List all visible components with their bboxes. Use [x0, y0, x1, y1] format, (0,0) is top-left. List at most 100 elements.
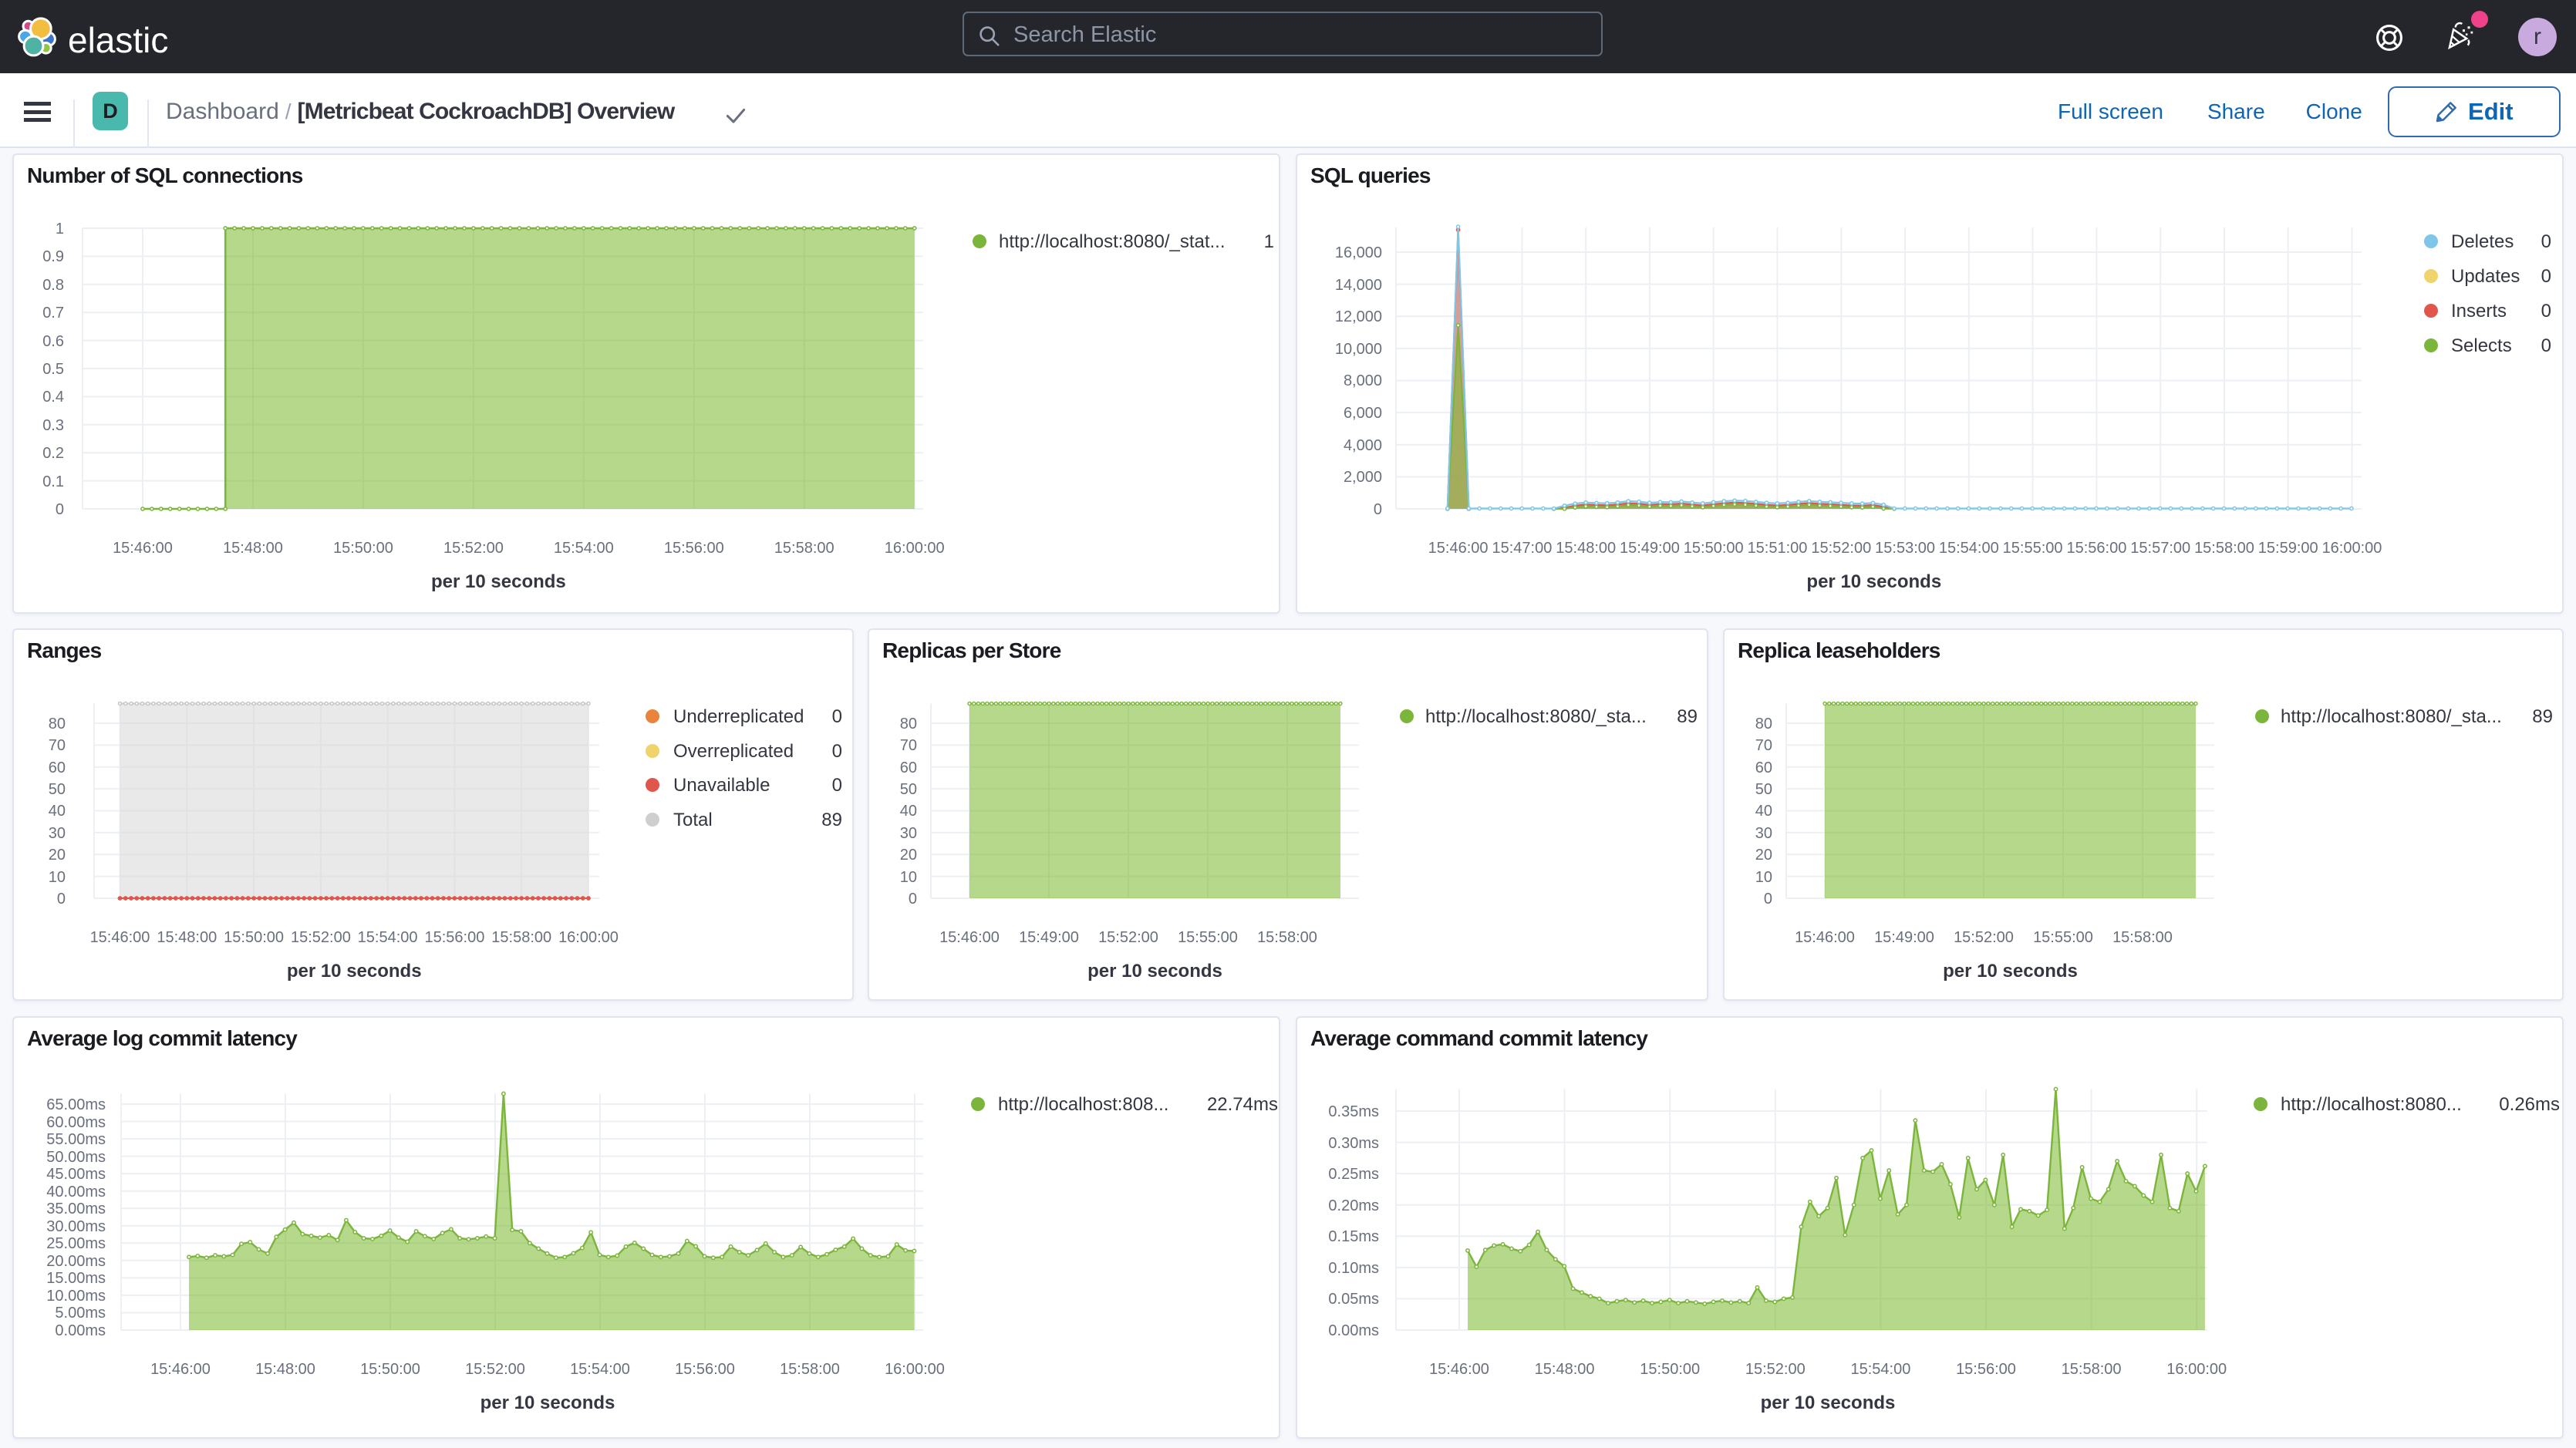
svg-text:per 10 seconds: per 10 seconds: [1087, 961, 1222, 982]
svg-text:http://localhost:8080/_stat...: http://localhost:8080/_stat...: [999, 231, 1226, 252]
svg-text:0.26ms: 0.26ms: [2499, 1094, 2560, 1115]
svg-text:Number of SQL connections: Number of SQL connections: [27, 163, 303, 187]
svg-text:http://localhost:8080/_sta...: http://localhost:8080/_sta...: [2281, 706, 2502, 727]
svg-text:Unavailable: Unavailable: [673, 775, 770, 796]
svg-text:15:52:00: 15:52:00: [1745, 1361, 1806, 1378]
svg-text:15:55:00: 15:55:00: [2033, 929, 2093, 946]
svg-text:http://localhost:808...: http://localhost:808...: [998, 1094, 1168, 1115]
svg-text:15:53:00: 15:53:00: [1875, 540, 1935, 557]
svg-text:15:46:00: 15:46:00: [150, 1361, 211, 1378]
svg-text:15:56:00: 15:56:00: [1956, 1361, 2016, 1378]
svg-text:15:50:00: 15:50:00: [333, 540, 393, 557]
svg-text:0: 0: [909, 891, 917, 908]
svg-text:15:48:00: 15:48:00: [255, 1361, 315, 1378]
svg-text:per 10 seconds: per 10 seconds: [480, 1392, 615, 1413]
svg-text:Average command commit latency: Average command commit latency: [1310, 1026, 1648, 1050]
svg-text:70: 70: [900, 737, 917, 754]
svg-text:15:52:00: 15:52:00: [443, 540, 504, 557]
svg-text:50: 50: [1755, 781, 1772, 798]
svg-text:65.00ms: 65.00ms: [46, 1096, 106, 1113]
svg-text:15:54:00: 15:54:00: [358, 929, 418, 946]
svg-text:40: 40: [49, 803, 66, 820]
svg-text:60: 60: [49, 759, 66, 776]
svg-text:15:58:00: 15:58:00: [1257, 929, 1317, 946]
svg-text:0: 0: [832, 775, 842, 796]
svg-text:http://localhost:8080...: http://localhost:8080...: [2281, 1094, 2462, 1115]
svg-text:15:58:00: 15:58:00: [2062, 1361, 2122, 1378]
svg-text:elastic: elastic: [68, 20, 168, 60]
svg-text:15:52:00: 15:52:00: [1098, 929, 1158, 946]
svg-text:89: 89: [821, 810, 842, 830]
svg-text:10: 10: [49, 869, 66, 886]
svg-text:Total: Total: [673, 810, 713, 830]
svg-text:89: 89: [1677, 706, 1698, 727]
svg-text:15:52:00: 15:52:00: [1811, 540, 1871, 557]
svg-text:Deletes: Deletes: [2451, 231, 2514, 252]
svg-text:15:56:00: 15:56:00: [424, 929, 484, 946]
svg-text:Underreplicated: Underreplicated: [673, 706, 804, 727]
svg-text:15:58:00: 15:58:00: [2194, 540, 2254, 557]
svg-text:per 10 seconds: per 10 seconds: [1806, 571, 1941, 592]
svg-text:15:58:00: 15:58:00: [2112, 929, 2173, 946]
svg-text:0.10ms: 0.10ms: [1328, 1260, 1379, 1277]
svg-text:20.00ms: 20.00ms: [46, 1253, 106, 1270]
svg-text:SQL queries: SQL queries: [1310, 163, 1431, 187]
svg-text:15:48:00: 15:48:00: [1535, 1361, 1595, 1378]
svg-text:40: 40: [900, 803, 917, 820]
svg-text:10: 10: [1755, 869, 1772, 886]
svg-text:22.74ms: 22.74ms: [1207, 1094, 1278, 1115]
svg-text:30.00ms: 30.00ms: [46, 1218, 106, 1235]
svg-text:15:50:00: 15:50:00: [224, 929, 284, 946]
svg-text:50.00ms: 50.00ms: [46, 1149, 106, 1166]
svg-text:60: 60: [1755, 759, 1772, 776]
svg-text:15.00ms: 15.00ms: [46, 1270, 106, 1287]
svg-text:15:46:00: 15:46:00: [90, 929, 150, 946]
svg-text:35.00ms: 35.00ms: [46, 1200, 106, 1217]
svg-text:20: 20: [900, 847, 917, 864]
svg-text:per 10 seconds: per 10 seconds: [287, 961, 422, 982]
svg-text:15:47:00: 15:47:00: [1492, 540, 1552, 557]
svg-text:15:50:00: 15:50:00: [1684, 540, 1744, 557]
svg-text:30: 30: [900, 825, 917, 842]
svg-text:15:49:00: 15:49:00: [1019, 929, 1079, 946]
svg-text:0: 0: [832, 706, 842, 727]
svg-text:40.00ms: 40.00ms: [46, 1184, 106, 1200]
svg-text:15:54:00: 15:54:00: [1939, 540, 1999, 557]
svg-text:1: 1: [1264, 231, 1274, 252]
svg-text:0.05ms: 0.05ms: [1328, 1291, 1379, 1308]
svg-text:per 10 seconds: per 10 seconds: [431, 571, 566, 592]
svg-text:8,000: 8,000: [1344, 372, 1382, 389]
svg-text:16:00:00: 16:00:00: [2322, 540, 2382, 557]
svg-text:10: 10: [900, 869, 917, 886]
svg-text:6,000: 6,000: [1344, 405, 1382, 422]
svg-text:15:54:00: 15:54:00: [570, 1361, 630, 1378]
svg-text:Overreplicated: Overreplicated: [673, 741, 794, 762]
svg-text:1: 1: [56, 221, 64, 237]
svg-text:per 10 seconds: per 10 seconds: [1943, 961, 2078, 982]
svg-text:0.4: 0.4: [42, 389, 64, 406]
svg-text:15:55:00: 15:55:00: [2003, 540, 2063, 557]
svg-text:0.15ms: 0.15ms: [1328, 1228, 1379, 1245]
svg-text:16:00:00: 16:00:00: [2166, 1361, 2227, 1378]
svg-text:15:52:00: 15:52:00: [291, 929, 351, 946]
svg-text:15:52:00: 15:52:00: [465, 1361, 525, 1378]
svg-text:80: 80: [1755, 716, 1772, 732]
svg-text:14,000: 14,000: [1335, 277, 1382, 294]
svg-text:Replica leaseholders: Replica leaseholders: [1738, 638, 1940, 662]
svg-text:30: 30: [1755, 825, 1772, 842]
svg-text:15:46:00: 15:46:00: [1428, 540, 1489, 557]
svg-text:25.00ms: 25.00ms: [46, 1235, 106, 1252]
svg-text:0: 0: [57, 891, 66, 908]
svg-text:89: 89: [2532, 706, 2553, 727]
svg-text:15:46:00: 15:46:00: [1429, 1361, 1489, 1378]
svg-text:Average log commit latency: Average log commit latency: [27, 1026, 298, 1050]
svg-text:http://localhost:8080/_sta...: http://localhost:8080/_sta...: [1425, 706, 1647, 727]
svg-text:70: 70: [49, 737, 66, 754]
svg-text:Replicas per Store: Replicas per Store: [882, 638, 1061, 662]
svg-text:16:00:00: 16:00:00: [885, 540, 945, 557]
svg-text:15:56:00: 15:56:00: [2066, 540, 2126, 557]
svg-text:20: 20: [1755, 847, 1772, 864]
svg-text:4,000: 4,000: [1344, 437, 1382, 454]
svg-text:15:55:00: 15:55:00: [1178, 929, 1238, 946]
svg-text:0.35ms: 0.35ms: [1328, 1103, 1379, 1120]
